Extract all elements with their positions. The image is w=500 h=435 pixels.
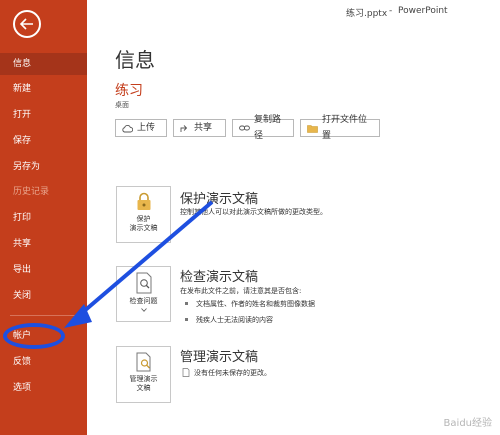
annotation-overlay [64, 200, 214, 328]
annotation-ellipse [3, 323, 65, 349]
watermark: Baidu经验 [443, 418, 492, 429]
annotation-arrow-shaft [74, 200, 214, 320]
